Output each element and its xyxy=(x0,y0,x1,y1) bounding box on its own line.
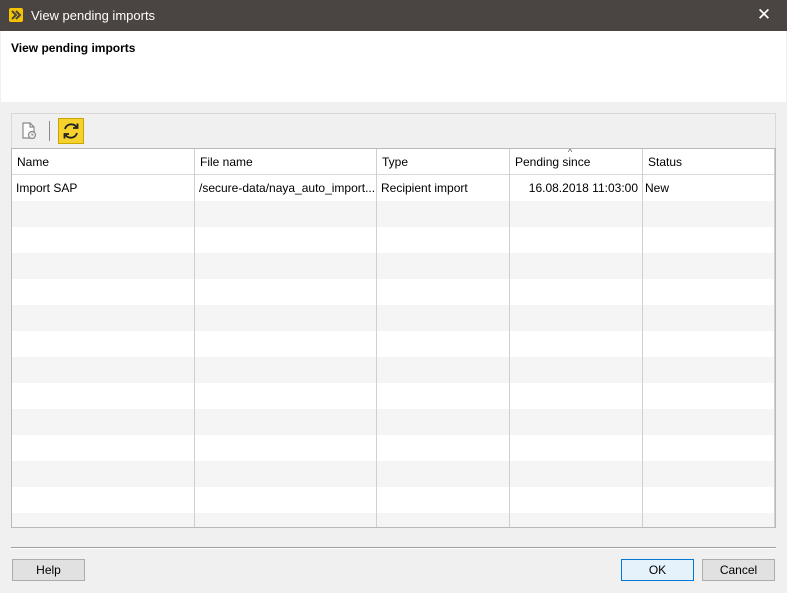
table-header: Name File name Type ^ Pending since Stat… xyxy=(12,149,775,175)
app-logo-icon xyxy=(9,8,23,22)
empty-row xyxy=(12,227,775,253)
empty-row xyxy=(12,357,775,383)
empty-row xyxy=(12,201,775,227)
document-clock-icon[interactable] xyxy=(21,122,37,140)
header-panel: View pending imports xyxy=(1,31,786,102)
empty-row xyxy=(12,435,775,461)
sort-ascending-icon: ^ xyxy=(568,148,573,157)
cell-type: Recipient import xyxy=(381,181,468,195)
ok-button[interactable]: OK xyxy=(621,559,694,581)
column-header-file-name[interactable]: File name xyxy=(195,149,377,174)
column-divider xyxy=(509,149,510,527)
column-header-type[interactable]: Type xyxy=(377,149,510,174)
cell-name: Import SAP xyxy=(16,181,78,195)
column-header-pending-since[interactable]: ^ Pending since xyxy=(510,149,643,174)
window-title: View pending imports xyxy=(31,8,156,23)
column-header-status[interactable]: Status xyxy=(643,149,775,174)
empty-row xyxy=(12,461,775,487)
pending-imports-table[interactable]: Name File name Type ^ Pending since Stat… xyxy=(11,148,776,528)
cell-pending-since: 16.08.2018 11:03:00 xyxy=(528,181,638,195)
empty-row xyxy=(12,253,775,279)
column-divider xyxy=(194,149,195,527)
cell-file-name: /secure-data/naya_auto_import... xyxy=(199,181,376,195)
help-button[interactable]: Help xyxy=(12,559,85,581)
empty-row xyxy=(12,279,775,305)
page-title: View pending imports xyxy=(11,41,136,55)
footer-divider-highlight xyxy=(11,548,776,549)
cell-status: New xyxy=(645,181,670,195)
cancel-button[interactable]: Cancel xyxy=(702,559,775,581)
title-bar: View pending imports ✕ xyxy=(0,0,787,31)
table-row[interactable]: Import SAP /secure-data/naya_auto_import… xyxy=(12,175,775,201)
empty-row xyxy=(12,383,775,409)
empty-row xyxy=(12,409,775,435)
column-divider xyxy=(642,149,643,527)
empty-row xyxy=(12,305,775,331)
close-icon[interactable]: ✕ xyxy=(741,0,787,31)
toolbar xyxy=(11,113,776,148)
column-divider xyxy=(774,149,775,527)
column-header-label: Pending since xyxy=(515,155,591,169)
toolbar-separator xyxy=(49,121,50,141)
empty-row xyxy=(12,487,775,513)
empty-row xyxy=(12,513,775,527)
column-header-name[interactable]: Name xyxy=(12,149,195,174)
column-divider xyxy=(376,149,377,527)
empty-row xyxy=(12,331,775,357)
refresh-icon[interactable] xyxy=(58,118,84,144)
